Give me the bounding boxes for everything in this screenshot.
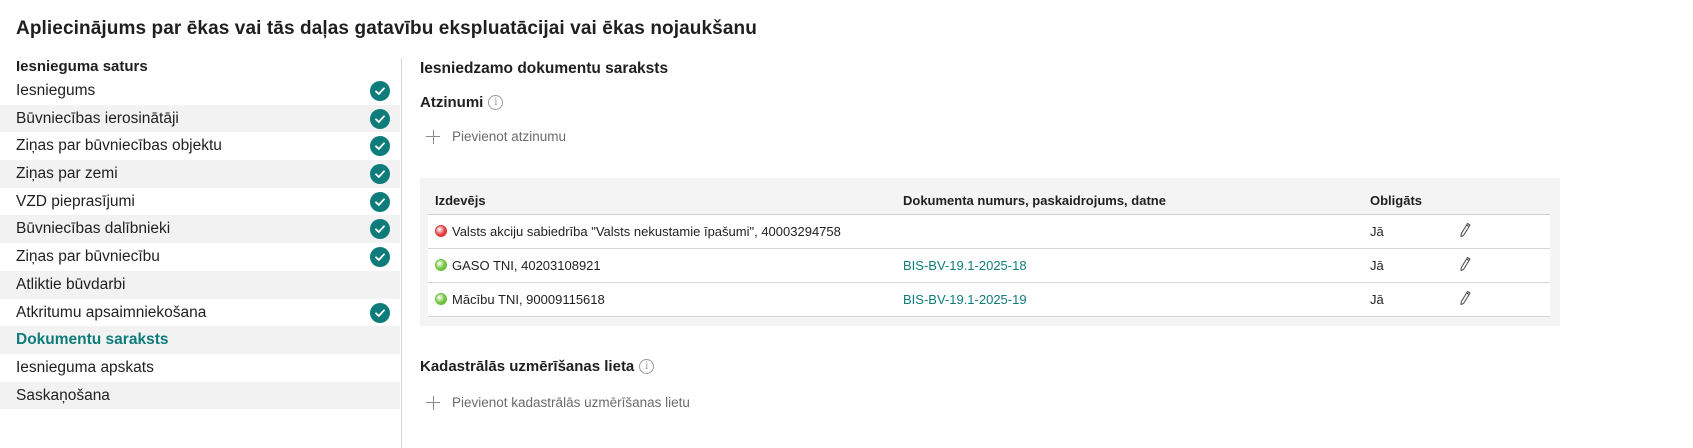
column-header-actions	[1451, 186, 1550, 215]
add-cadastral-button[interactable]: Pievienot kadastrālās uzmērīšanas lietu	[426, 395, 690, 410]
sidebar-item-label: Atliktie būvdarbi	[16, 275, 126, 293]
sidebar-item[interactable]: Iesniegums	[0, 77, 400, 105]
sidebar-item-label: Dokumentu saraksts	[16, 331, 169, 349]
sidebar-item-label: Ziņas par būvniecības objektu	[16, 137, 222, 155]
check-circle-icon	[370, 247, 390, 268]
mandatory-cell: Jā	[1363, 282, 1451, 317]
sidebar-item[interactable]: VZD pieprasījumi	[0, 188, 400, 216]
check-circle-icon	[370, 302, 390, 323]
table-row: Mācību TNI, 90009115618 BIS-BV-19.1-2025-…	[428, 282, 1550, 317]
status-dot-icon	[435, 293, 447, 305]
cadastral-title-text: Kadastrālās uzmērīšanas lieta	[420, 358, 635, 375]
sidebar-item-label: Ziņas par būvniecību	[16, 248, 160, 266]
sidebar-item[interactable]: Atkritumu apsaimniekošana	[0, 299, 400, 327]
column-header-document[interactable]: Dokumenta numurs, paskaidrojums, datne	[896, 186, 1363, 215]
table-row: Valsts akciju sabiedrība "Valsts nekusta…	[428, 214, 1550, 249]
actions-cell	[1451, 248, 1550, 283]
sidebar-item[interactable]: Iesnieguma apskats	[0, 354, 400, 382]
opinions-title-text: Atzinumi	[420, 94, 484, 111]
pencil-icon[interactable]	[1458, 290, 1472, 306]
check-circle-icon	[370, 108, 390, 129]
issuer-name: GASO TNI, 40203108921	[452, 258, 601, 273]
document-cell: BIS-BV-19.1-2025-18	[896, 248, 1363, 283]
cadastral-title: Kadastrālās uzmērīšanas lieta i	[420, 358, 655, 375]
check-circle-icon	[370, 219, 390, 240]
table-row: GASO TNI, 40203108921 BIS-BV-19.1-2025-18…	[428, 248, 1550, 283]
vertical-divider	[401, 58, 402, 448]
document-cell: BIS-BV-19.1-2025-19	[896, 282, 1363, 317]
opinions-table-panel: Izdevējs Dokumenta numurs, paskaidrojums…	[420, 178, 1560, 326]
sidebar-item[interactable]: Būvniecības ierosinātāji	[0, 104, 400, 133]
info-icon[interactable]: i	[639, 359, 655, 374]
sidebar-item-label: VZD pieprasījumi	[16, 192, 135, 210]
sidebar-item[interactable]: Atliktie būvdarbi	[0, 270, 400, 299]
status-dot-icon	[435, 225, 447, 237]
sidebar-item[interactable]: Būvniecības dalībnieki	[0, 215, 400, 244]
actions-cell	[1451, 214, 1550, 249]
document-cell	[896, 214, 1363, 249]
sidebar-item[interactable]: Ziņas par būvniecības objektu	[0, 132, 400, 160]
issuer-name: Mācību TNI, 90009115618	[452, 292, 605, 307]
sidebar-item-label: Ziņas par zemi	[16, 165, 118, 183]
sidebar-item-label: Būvniecības ierosinātāji	[16, 109, 179, 127]
opinions-table: Izdevējs Dokumenta numurs, paskaidrojums…	[428, 186, 1550, 317]
add-opinion-button[interactable]: Pievienot atzinumu	[426, 129, 566, 144]
sidebar-item[interactable]: Ziņas par būvniecību	[0, 243, 400, 271]
add-opinion-label: Pievienot atzinumu	[452, 129, 567, 144]
document-link[interactable]: BIS-BV-19.1-2025-19	[903, 292, 1027, 307]
opinions-title: Atzinumi i	[420, 94, 504, 111]
pencil-icon[interactable]	[1458, 222, 1472, 238]
mandatory-cell: Jā	[1363, 214, 1451, 249]
column-header-mandatory[interactable]: Obligāts	[1363, 186, 1451, 215]
check-circle-icon	[370, 136, 390, 157]
sidebar-item[interactable]: Ziņas par zemi	[0, 160, 400, 188]
document-link[interactable]: BIS-BV-19.1-2025-18	[903, 258, 1027, 273]
plus-icon	[426, 129, 440, 144]
column-header-issuer[interactable]: Izdevējs	[428, 186, 896, 215]
actions-cell	[1451, 282, 1550, 317]
sidebar-item[interactable]: Saskaņošana	[0, 381, 400, 410]
sidebar-item-label: Iesnieguma apskats	[16, 358, 154, 376]
pencil-icon[interactable]	[1458, 256, 1472, 272]
sidebar-item[interactable]: Dokumentu saraksts	[0, 326, 400, 354]
issuer-cell: Mācību TNI, 90009115618	[428, 282, 896, 317]
section-title: Iesniedzamo dokumentu saraksts	[420, 60, 669, 77]
sidebar-item-label: Būvniecības dalībnieki	[16, 220, 171, 238]
status-dot-icon	[435, 259, 447, 271]
page-title: Apliecinājums par ēkas vai tās daļas gat…	[16, 18, 757, 39]
add-cadastral-label: Pievienot kadastrālās uzmērīšanas lietu	[452, 395, 690, 410]
issuer-cell: Valsts akciju sabiedrība "Valsts nekusta…	[428, 214, 896, 249]
sidebar-heading: Iesnieguma saturs	[16, 58, 148, 75]
check-circle-icon	[370, 164, 390, 185]
issuer-name: Valsts akciju sabiedrība "Valsts nekusta…	[452, 224, 841, 239]
info-icon[interactable]: i	[488, 95, 504, 110]
table-header-row: Izdevējs Dokumenta numurs, paskaidrojums…	[428, 186, 1550, 215]
mandatory-cell: Jā	[1363, 248, 1451, 283]
check-circle-icon	[370, 81, 390, 101]
plus-icon	[426, 395, 440, 410]
sidebar-item-label: Atkritumu apsaimniekošana	[16, 303, 207, 321]
issuer-cell: GASO TNI, 40203108921	[428, 248, 896, 283]
sidebar-item-label: Iesniegums	[16, 82, 96, 99]
sidebar-item-label: Saskaņošana	[16, 386, 110, 404]
check-circle-icon	[370, 191, 390, 212]
sidebar-list: Iesniegums Būvniecības ierosinātāji Ziņas …	[0, 77, 400, 410]
